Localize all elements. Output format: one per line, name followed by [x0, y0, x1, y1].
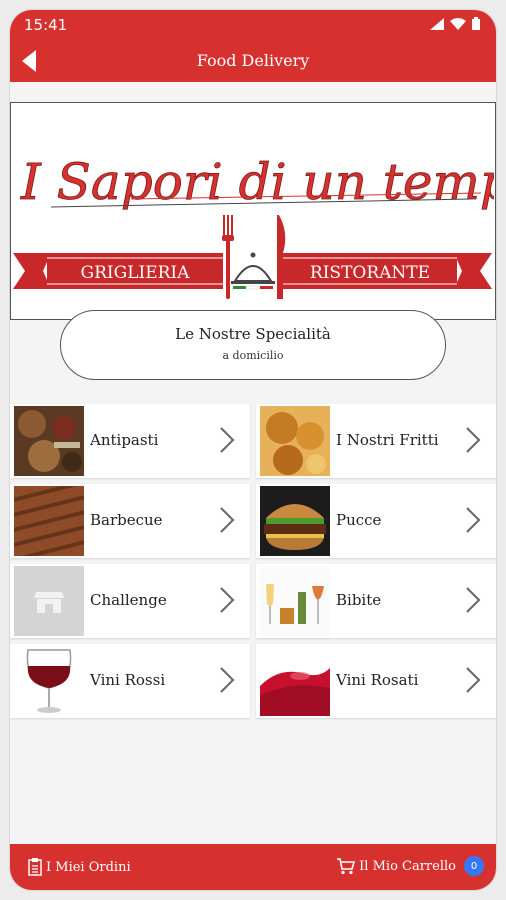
barbecue-photo	[14, 486, 84, 556]
my-cart-button[interactable]: Il Mio Carrello 0	[337, 856, 484, 876]
category-label: Vini Rossi	[90, 671, 166, 689]
bottom-bar: I Miei Ordini Il Mio Carrello 0	[10, 844, 496, 890]
category-antipasti[interactable]: Antipasti	[10, 404, 250, 478]
signal-icon	[430, 17, 444, 30]
category-label: Bibite	[336, 591, 382, 609]
chevron-right-icon	[466, 427, 481, 453]
pucce-photo	[260, 486, 330, 556]
category-vini-rossi[interactable]: Vini Rossi	[10, 644, 250, 718]
category-label: Vini Rosati	[336, 671, 419, 689]
logo-ristorante-text: RISTORANTE	[310, 263, 430, 283]
status-time: 15:41	[24, 16, 68, 34]
category-vini-rosati[interactable]: Vini Rosati	[256, 644, 496, 718]
battery-icon	[472, 17, 480, 30]
my-orders-label: I Miei Ordini	[46, 859, 131, 875]
fork-icon	[222, 215, 234, 299]
specialties-subtitle: a domicilio	[222, 349, 284, 362]
category-label: Barbecue	[90, 511, 163, 529]
top-app-bar: 15:41 Food Delivery	[10, 10, 496, 82]
antipasti-photo	[14, 406, 84, 476]
bibite-photo	[260, 566, 330, 636]
category-i-nostri-fritti[interactable]: I Nostri Fritti	[256, 404, 496, 478]
challenge-placeholder	[14, 566, 84, 636]
chevron-right-icon	[220, 507, 235, 533]
status-icons	[430, 17, 480, 30]
cloche-icon	[231, 252, 275, 290]
page-title: Food Delivery	[196, 51, 310, 70]
category-bibite[interactable]: Bibite	[256, 564, 496, 638]
my-orders-button[interactable]: I Miei Ordini	[28, 858, 131, 876]
fritti-photo	[260, 406, 330, 476]
cart-count-badge: 0	[464, 856, 484, 876]
chevron-right-icon	[220, 427, 235, 453]
specialties-header: Le Nostre Specialità a domicilio	[60, 310, 446, 380]
orders-list-icon	[28, 858, 42, 876]
logo-griglieria-text: GRIGLIERIA	[81, 263, 191, 283]
rose-wine-photo	[260, 646, 330, 716]
chevron-right-icon	[220, 587, 235, 613]
chevron-right-icon	[220, 667, 235, 693]
app-screen: 15:41 Food Delivery I Sapori di un tempo	[10, 10, 496, 890]
red-wine-photo	[14, 646, 84, 716]
chevron-right-icon	[466, 587, 481, 613]
category-pucce[interactable]: Pucce	[256, 484, 496, 558]
my-cart-label: Il Mio Carrello	[359, 858, 456, 874]
restaurant-logo: I Sapori di un tempo GRIGLIERIA RISTORAN…	[10, 102, 496, 320]
category-label: Pucce	[336, 511, 382, 529]
logo-script-text: I Sapori di un tempo	[20, 153, 494, 211]
cart-icon	[337, 858, 356, 875]
category-label: Challenge	[90, 591, 167, 609]
category-barbecue[interactable]: Barbecue	[10, 484, 250, 558]
logo-artwork: I Sapori di un tempo GRIGLIERIA RISTORAN…	[13, 153, 496, 299]
category-label: I Nostri Fritti	[336, 431, 439, 449]
category-challenge[interactable]: Challenge	[10, 564, 250, 638]
specialties-title: Le Nostre Specialità	[175, 325, 331, 343]
wifi-icon	[450, 17, 466, 30]
store-icon	[34, 592, 64, 613]
chevron-right-icon	[466, 667, 481, 693]
chevron-right-icon	[466, 507, 481, 533]
category-label: Antipasti	[90, 431, 159, 449]
